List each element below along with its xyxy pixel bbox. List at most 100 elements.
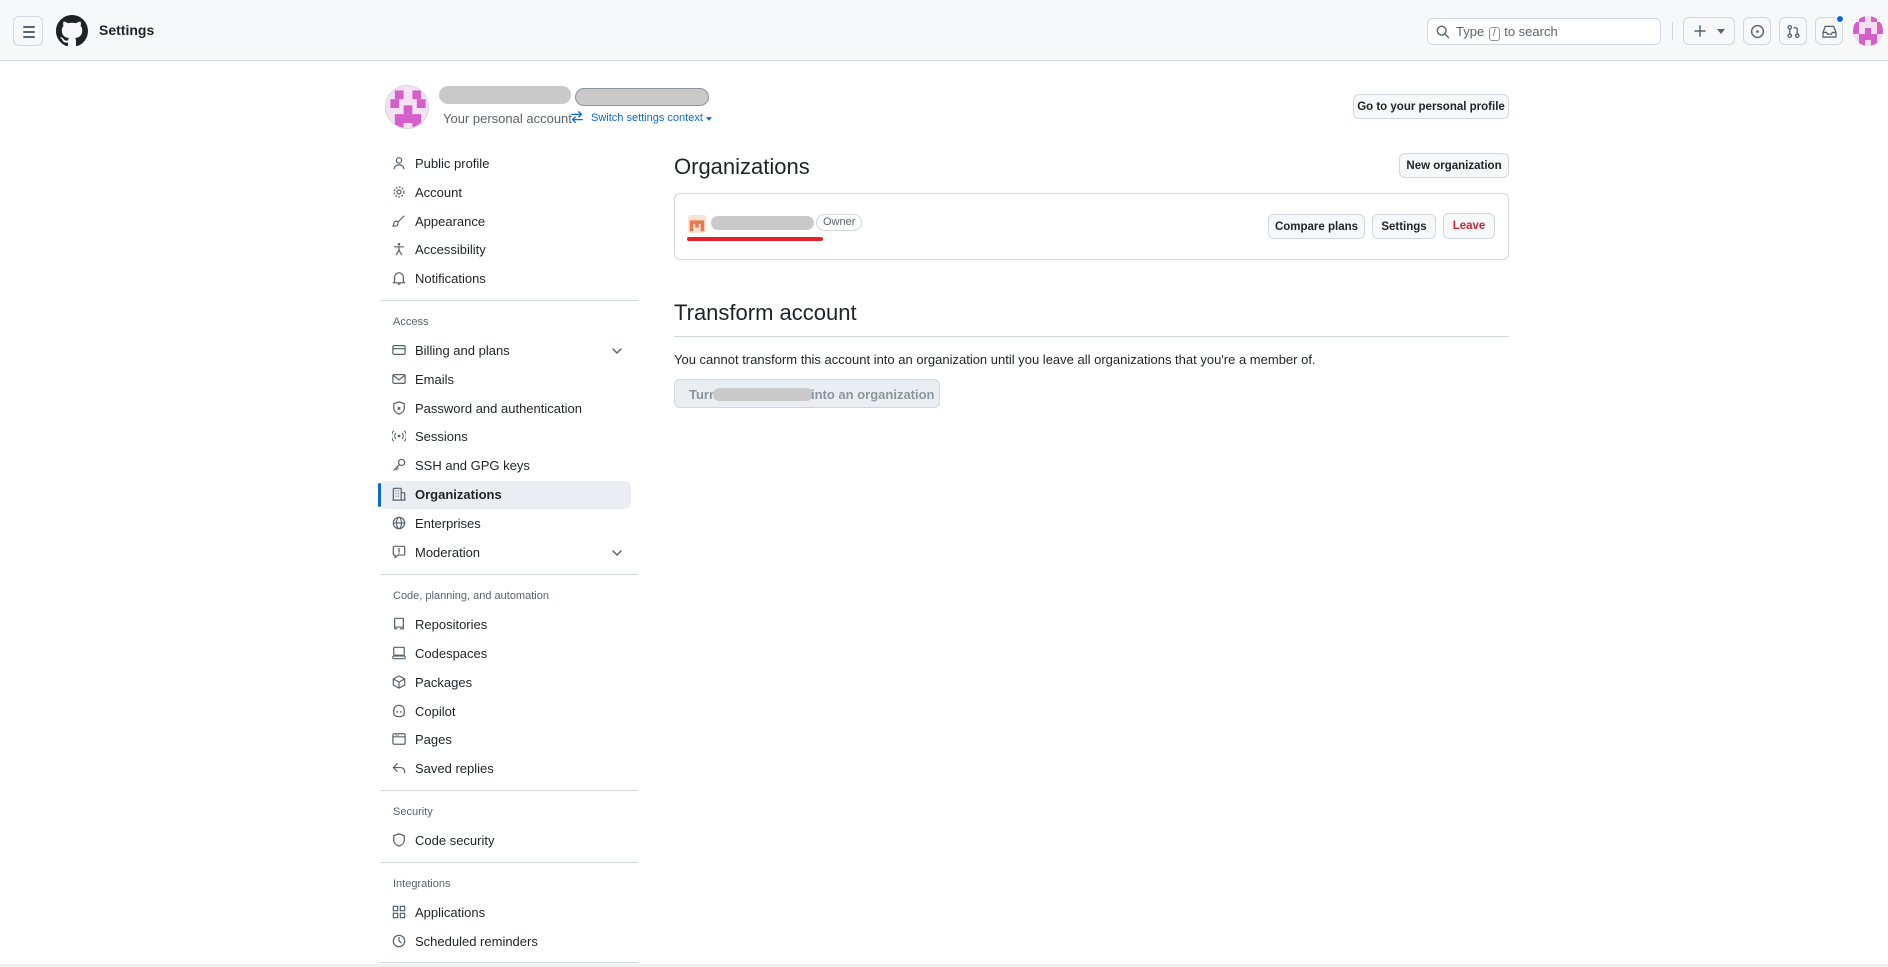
plus-icon xyxy=(1694,25,1706,37)
mail-icon xyxy=(392,374,406,384)
sidebar-item-label: Billing and plans xyxy=(415,343,510,358)
user-avatar-menu[interactable] xyxy=(1853,16,1883,46)
sidebar-item-label: Applications xyxy=(415,905,486,920)
sidebar-divider xyxy=(380,574,638,575)
sidebar-group-heading: Access xyxy=(393,316,429,328)
annotation-underline xyxy=(687,237,823,241)
org-settings-button[interactable]: Settings xyxy=(1372,214,1436,239)
sidebar-group-heading: Security xyxy=(393,806,433,818)
org-avatar[interactable] xyxy=(688,215,706,233)
sidebar-item-appearance[interactable]: Appearance xyxy=(380,208,631,236)
global-header: Settings Type / to search xyxy=(0,0,1888,61)
sidebar-item-emails[interactable]: Emails xyxy=(380,366,631,394)
broadcast-icon xyxy=(392,430,406,442)
report-icon xyxy=(392,545,406,559)
sidebar-item-label: Saved replies xyxy=(415,761,494,776)
apps-icon xyxy=(392,905,406,919)
globe-icon xyxy=(392,516,406,530)
turn-into-organization-button[interactable]: Turn into an organization xyxy=(674,379,940,408)
github-logo-icon[interactable] xyxy=(56,15,88,47)
search-suffix: to search xyxy=(1504,24,1558,39)
sidebar-item-organizations[interactable]: Organizations xyxy=(378,481,631,509)
sidebar-item-sessions[interactable]: Sessions xyxy=(380,423,631,451)
sidebar-item-public-profile[interactable]: Public profile xyxy=(380,150,631,178)
caret-down-icon xyxy=(1717,29,1725,34)
copilot-icon xyxy=(393,704,405,718)
sidebar-item-packages[interactable]: Packages xyxy=(380,669,631,697)
sidebar-group-heading: Integrations xyxy=(393,878,451,890)
compare-plans-button[interactable]: Compare plans xyxy=(1268,214,1365,239)
sidebar-item-ssh-gpg-keys[interactable]: SSH and GPG keys xyxy=(380,452,631,480)
leave-org-button[interactable]: Leave xyxy=(1443,213,1495,239)
sidebar-item-repositories[interactable]: Repositories xyxy=(380,611,631,639)
sidebar-item-saved-replies[interactable]: Saved replies xyxy=(380,755,631,783)
git-pull-request-icon xyxy=(1787,24,1800,39)
sidebar-item-label: Code security xyxy=(415,833,495,848)
user-avatar xyxy=(385,85,429,129)
menu-icon xyxy=(23,26,35,28)
button-suffix: into an organization xyxy=(811,387,935,402)
codespaces-icon xyxy=(392,646,406,660)
inbox-icon xyxy=(1822,25,1837,38)
sidebar-item-label: Scheduled reminders xyxy=(415,934,538,949)
sidebar-item-label: Enterprises xyxy=(415,516,481,531)
repo-icon xyxy=(394,617,404,630)
organizations-title: Organizations xyxy=(674,154,810,179)
sidebar-item-accessibility[interactable]: Accessibility xyxy=(380,236,631,264)
sidebar-item-label: Organizations xyxy=(415,487,502,502)
sidebar-item-code-security[interactable]: Code security xyxy=(380,827,631,855)
redacted-display-name xyxy=(439,86,571,104)
sidebar-item-moderation[interactable]: Moderation xyxy=(380,539,631,567)
account-type-label: Your personal account xyxy=(443,111,572,126)
org-identicon-icon xyxy=(688,215,706,233)
redacted-username xyxy=(575,88,709,106)
search-placeholder: Type / to search xyxy=(1456,24,1558,41)
issue-opened-icon xyxy=(1750,24,1765,39)
go-to-personal-profile-button[interactable]: Go to your personal profile xyxy=(1353,94,1509,119)
sidebar-item-label: Public profile xyxy=(415,156,490,171)
issues-button[interactable] xyxy=(1743,17,1771,45)
shield-lock-icon xyxy=(393,401,405,415)
section-divider xyxy=(674,336,1509,337)
chevron-down-icon[interactable] xyxy=(611,547,623,559)
accessibility-icon xyxy=(394,242,404,256)
transform-account-title: Transform account xyxy=(674,300,857,325)
sidebar-item-label: Moderation xyxy=(415,545,481,560)
new-organization-button[interactable]: New organization xyxy=(1399,153,1509,178)
sidebar-divider xyxy=(380,962,638,963)
bell-icon xyxy=(392,272,406,285)
sidebar-item-codespaces[interactable]: Codespaces xyxy=(380,640,631,668)
switch-settings-context-link[interactable]: Switch settings context xyxy=(591,112,712,124)
reply-icon xyxy=(392,763,406,774)
page-context-title[interactable]: Settings xyxy=(99,22,154,38)
sidebar-item-copilot[interactable]: Copilot xyxy=(380,698,631,726)
sidebar-item-label: Emails xyxy=(415,372,455,387)
caret-down-icon xyxy=(705,117,712,121)
chevron-down-icon[interactable] xyxy=(611,345,623,357)
sidebar-item-enterprises[interactable]: Enterprises xyxy=(380,510,631,538)
sidebar-item-applications[interactable]: Applications xyxy=(380,899,631,927)
sidebar-item-label: Codespaces xyxy=(415,646,488,661)
notification-indicator xyxy=(1836,15,1844,23)
sidebar-item-scheduled-reminders[interactable]: Scheduled reminders xyxy=(380,928,631,956)
create-new-button[interactable] xyxy=(1683,17,1735,45)
menu-button[interactable] xyxy=(13,16,43,46)
sidebar-item-billing[interactable]: Billing and plans xyxy=(380,337,631,365)
person-icon xyxy=(393,157,405,170)
pull-requests-button[interactable] xyxy=(1779,17,1807,45)
sidebar-item-account[interactable]: Account xyxy=(380,179,631,207)
sidebar-item-label: Accessibility xyxy=(415,242,486,257)
redacted-org-name[interactable] xyxy=(711,216,814,230)
sidebar-item-password-auth[interactable]: Password and authentication xyxy=(380,395,631,423)
search-input[interactable]: Type / to search xyxy=(1427,18,1661,45)
sidebar-item-notifications[interactable]: Notifications xyxy=(380,265,631,293)
sidebar-item-pages[interactable]: Pages xyxy=(380,726,631,754)
arrow-switch-icon xyxy=(571,111,583,123)
organization-icon xyxy=(392,487,406,501)
credit-card-icon xyxy=(392,345,406,355)
sidebar-item-label: Packages xyxy=(415,675,473,690)
gear-icon xyxy=(393,186,405,198)
role-badge: Owner xyxy=(816,214,863,231)
paintbrush-icon xyxy=(392,215,405,227)
switch-context-label: Switch settings context xyxy=(591,112,703,124)
